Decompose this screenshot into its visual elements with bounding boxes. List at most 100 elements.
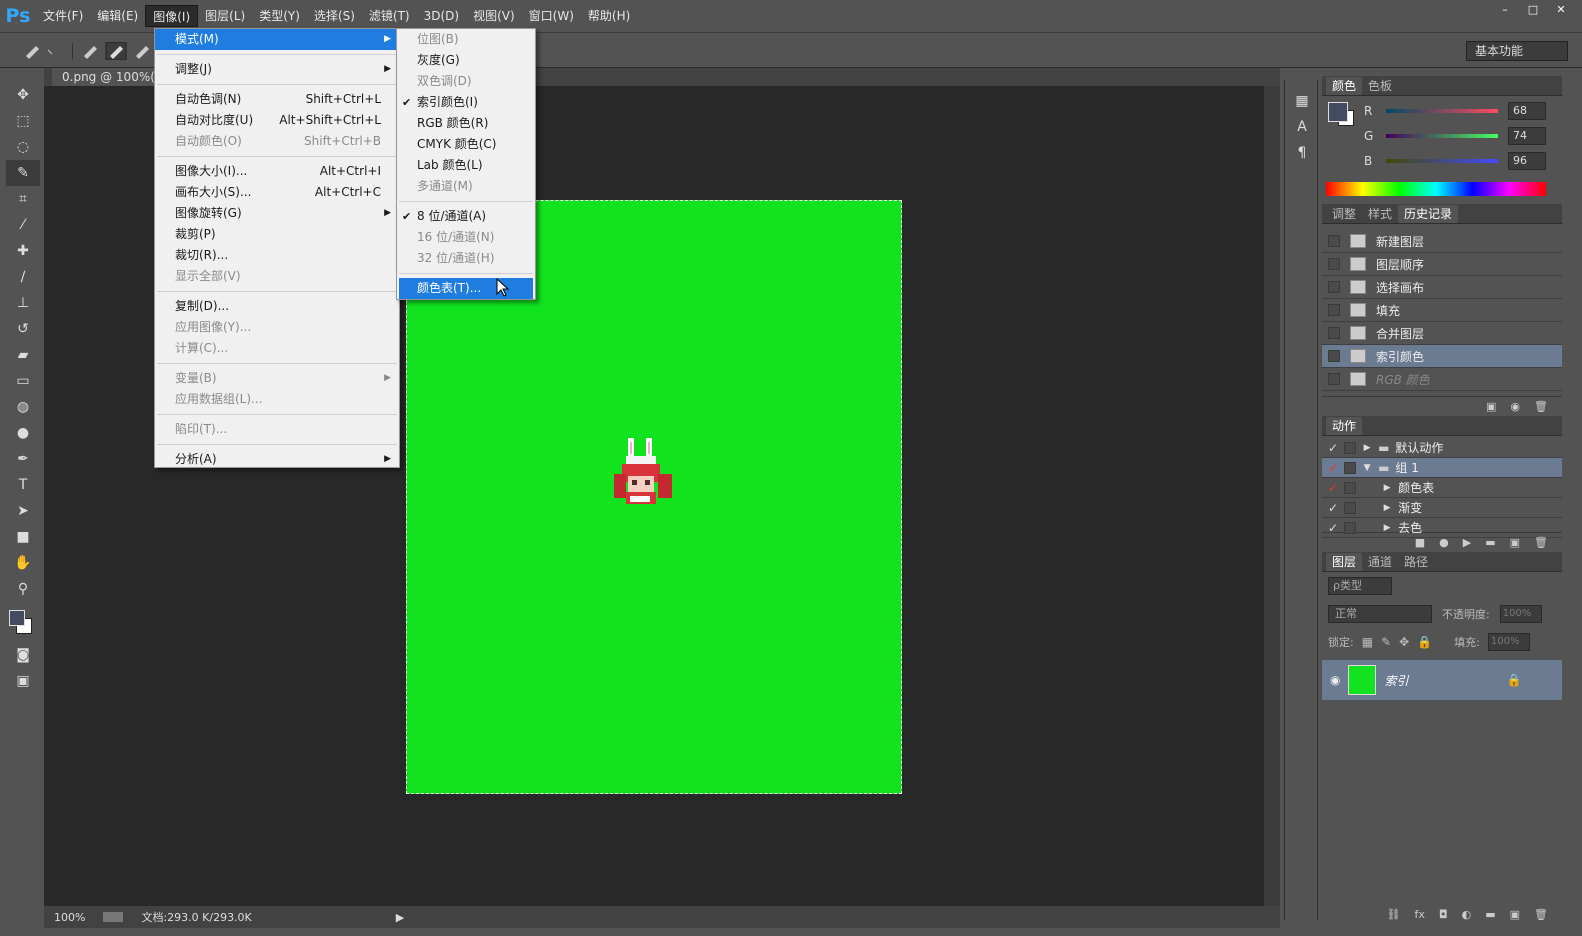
green-value-input[interactable]: 74 xyxy=(1508,126,1546,145)
tab-adjustments[interactable]: 调整 xyxy=(1326,205,1362,223)
hand-tool-icon[interactable]: ✋ xyxy=(6,550,40,576)
workspace-select[interactable]: 基本功能 xyxy=(1466,41,1568,61)
healing-brush-tool-icon[interactable]: ✚ xyxy=(6,238,40,264)
stop-icon[interactable]: ■ xyxy=(1415,536,1425,549)
add-mask-icon[interactable]: ◘ xyxy=(1439,908,1448,926)
mode-16-bit[interactable]: 16 位/通道(N) xyxy=(397,227,535,248)
tab-styles[interactable]: 样式 xyxy=(1362,205,1398,223)
move-tool-icon[interactable]: ✥ xyxy=(6,82,40,108)
mode-lab[interactable]: Lab 颜色(L) xyxy=(397,155,535,176)
mode-rgb[interactable]: RGB 颜色(R) xyxy=(397,113,535,134)
menu-window[interactable]: 窗口(W) xyxy=(522,5,581,27)
action-item[interactable]: ✓ ▶ 颜色表 xyxy=(1322,478,1562,498)
crop-tool-icon[interactable]: ⌗ xyxy=(6,186,40,212)
zoom-level[interactable]: 100% xyxy=(54,911,85,924)
blend-mode-select[interactable]: 正常 xyxy=(1328,605,1432,623)
tab-swatches[interactable]: 色板 xyxy=(1362,77,1398,95)
mode-8-bit[interactable]: ✔ 8 位/通道(A) xyxy=(397,206,535,227)
stamp-tool-icon[interactable]: ⊥ xyxy=(6,290,40,316)
eraser-tool-icon[interactable]: ▰ xyxy=(6,342,40,368)
history-item[interactable]: 合并图层 xyxy=(1322,322,1562,345)
history-item[interactable]: 选择画布 xyxy=(1322,276,1562,299)
menu-item-analysis[interactable]: 分析(A) ▶ xyxy=(155,449,399,470)
play-icon[interactable]: ▶ xyxy=(1463,536,1471,549)
menu-item-apply-data-set[interactable]: 应用数据组(L)... xyxy=(155,389,399,410)
check-icon[interactable]: ✓ xyxy=(1328,441,1338,455)
layer-filter-select[interactable]: ρ类型 xyxy=(1328,577,1392,595)
menu-item-auto-contrast[interactable]: 自动对比度(U) Alt+Shift+Ctrl+L xyxy=(155,110,399,131)
menu-item-variables[interactable]: 变量(B) ▶ xyxy=(155,368,399,389)
fg-color-swatch[interactable] xyxy=(1328,102,1348,122)
tab-color[interactable]: 颜色 xyxy=(1326,77,1363,95)
new-layer-icon[interactable]: ▣ xyxy=(1510,908,1520,926)
lock-image-icon[interactable]: ✎ xyxy=(1381,635,1391,649)
screen-mode-icon[interactable]: ▣ xyxy=(6,668,40,694)
record-icon[interactable]: ● xyxy=(1439,536,1449,549)
menu-file[interactable]: 文件(F) xyxy=(36,5,90,27)
menu-item-adjustments[interactable]: 调整(J) ▶ xyxy=(155,59,399,80)
lock-position-icon[interactable]: ✥ xyxy=(1399,635,1409,649)
menu-item-image-rotation[interactable]: 图像旋转(G) ▶ xyxy=(155,203,399,224)
expand-triangle-icon[interactable]: ▶ xyxy=(1382,483,1392,493)
lock-all-icon[interactable]: 🔒 xyxy=(1417,635,1432,649)
red-value-input[interactable]: 68 xyxy=(1508,101,1546,120)
menu-item-trap[interactable]: 陷印(T)... xyxy=(155,419,399,440)
marquee-tool-icon[interactable]: ⬚ xyxy=(6,108,40,134)
menu-item-crop[interactable]: 裁剪(P) xyxy=(155,224,399,245)
minimize-button[interactable]: – xyxy=(1492,2,1518,18)
foreground-color-swatch[interactable] xyxy=(9,610,25,626)
collapse-triangle-icon[interactable]: ▼ xyxy=(1362,463,1372,473)
mode-cmyk[interactable]: CMYK 颜色(C) xyxy=(397,134,535,155)
path-selection-tool-icon[interactable]: ➤ xyxy=(6,498,40,524)
tab-paths[interactable]: 路径 xyxy=(1398,553,1434,571)
quick-mask-icon[interactable]: ◙ xyxy=(6,642,40,668)
mode-grayscale[interactable]: 灰度(G) xyxy=(397,50,535,71)
new-action-icon[interactable]: ▣ xyxy=(1510,536,1520,549)
mode-indexed-color[interactable]: ✔ 索引颜色(I) xyxy=(397,92,535,113)
menu-item-auto-tone[interactable]: 自动色调(N) Shift+Ctrl+L xyxy=(155,89,399,110)
menu-type[interactable]: 类型(Y) xyxy=(252,5,307,27)
gradient-tool-icon[interactable]: ▭ xyxy=(6,368,40,394)
snapshot-icon[interactable]: ◉ xyxy=(1510,400,1520,413)
green-slider[interactable] xyxy=(1386,133,1498,138)
action-set-selected[interactable]: ✓ ▼ ▬ 组 1 xyxy=(1322,458,1562,478)
menu-image[interactable]: 图像(I) xyxy=(145,5,199,27)
tab-layers[interactable]: 图层 xyxy=(1326,553,1363,571)
eyedropper-tool-icon[interactable]: ⁄ xyxy=(6,212,40,238)
mode-multichannel[interactable]: 多通道(M) xyxy=(397,176,535,197)
menu-item-duplicate[interactable]: 复制(D)... xyxy=(155,296,399,317)
layer-row[interactable]: ◉ 索引 🔒 xyxy=(1322,660,1562,700)
mode-bitmap[interactable]: 位图(B) xyxy=(397,29,535,50)
menu-item-apply-image[interactable]: 应用图像(Y)... xyxy=(155,317,399,338)
tab-actions[interactable]: 动作 xyxy=(1326,417,1363,435)
history-item[interactable]: 新建图层 xyxy=(1322,230,1562,253)
adjustment-layer-icon[interactable]: ◐ xyxy=(1462,908,1472,926)
tab-history[interactable]: 历史记录 xyxy=(1398,205,1459,223)
character-panel-icon[interactable]: A xyxy=(1285,114,1319,140)
zoom-tool-icon[interactable]: ⚲ xyxy=(6,576,40,602)
fill-input[interactable]: 100% xyxy=(1487,633,1530,651)
brush-tool-icon[interactable]: ∕ xyxy=(6,264,40,290)
history-item-selected[interactable]: 索引颜色 xyxy=(1322,345,1562,368)
history-item[interactable]: 填充 xyxy=(1322,299,1562,322)
check-icon[interactable]: ✓ xyxy=(1328,481,1338,495)
menu-view[interactable]: 视图(V) xyxy=(466,5,522,27)
color-swatches[interactable] xyxy=(6,602,40,642)
visibility-eye-icon[interactable]: ◉ xyxy=(1330,673,1340,687)
history-panel-icon[interactable]: ▦ xyxy=(1285,88,1319,114)
history-item-undone[interactable]: RGB 颜色 xyxy=(1322,368,1562,391)
expand-triangle-icon[interactable]: ▶ xyxy=(1382,523,1392,533)
dodge-tool-icon[interactable]: ● xyxy=(6,420,40,446)
menu-help[interactable]: 帮助(H) xyxy=(581,5,637,27)
menu-item-canvas-size[interactable]: 画布大小(S)... Alt+Ctrl+C xyxy=(155,182,399,203)
check-icon[interactable]: ✓ xyxy=(1328,461,1338,475)
new-set-icon[interactable]: ▬ xyxy=(1485,536,1495,549)
layer-name[interactable]: 索引 xyxy=(1384,672,1408,689)
mode-duotone[interactable]: 双色调(D) xyxy=(397,71,535,92)
menu-item-calculations[interactable]: 计算(C)... xyxy=(155,338,399,359)
new-document-from-state-icon[interactable]: ▣ xyxy=(1486,400,1496,413)
menu-item-image-size[interactable]: 图像大小(I)... Alt+Ctrl+I xyxy=(155,161,399,182)
menu-select[interactable]: 选择(S) xyxy=(307,5,362,27)
trash-icon[interactable]: 🗑 xyxy=(1534,536,1548,549)
action-item[interactable]: ✓ ▶ 渐变 xyxy=(1322,498,1562,518)
